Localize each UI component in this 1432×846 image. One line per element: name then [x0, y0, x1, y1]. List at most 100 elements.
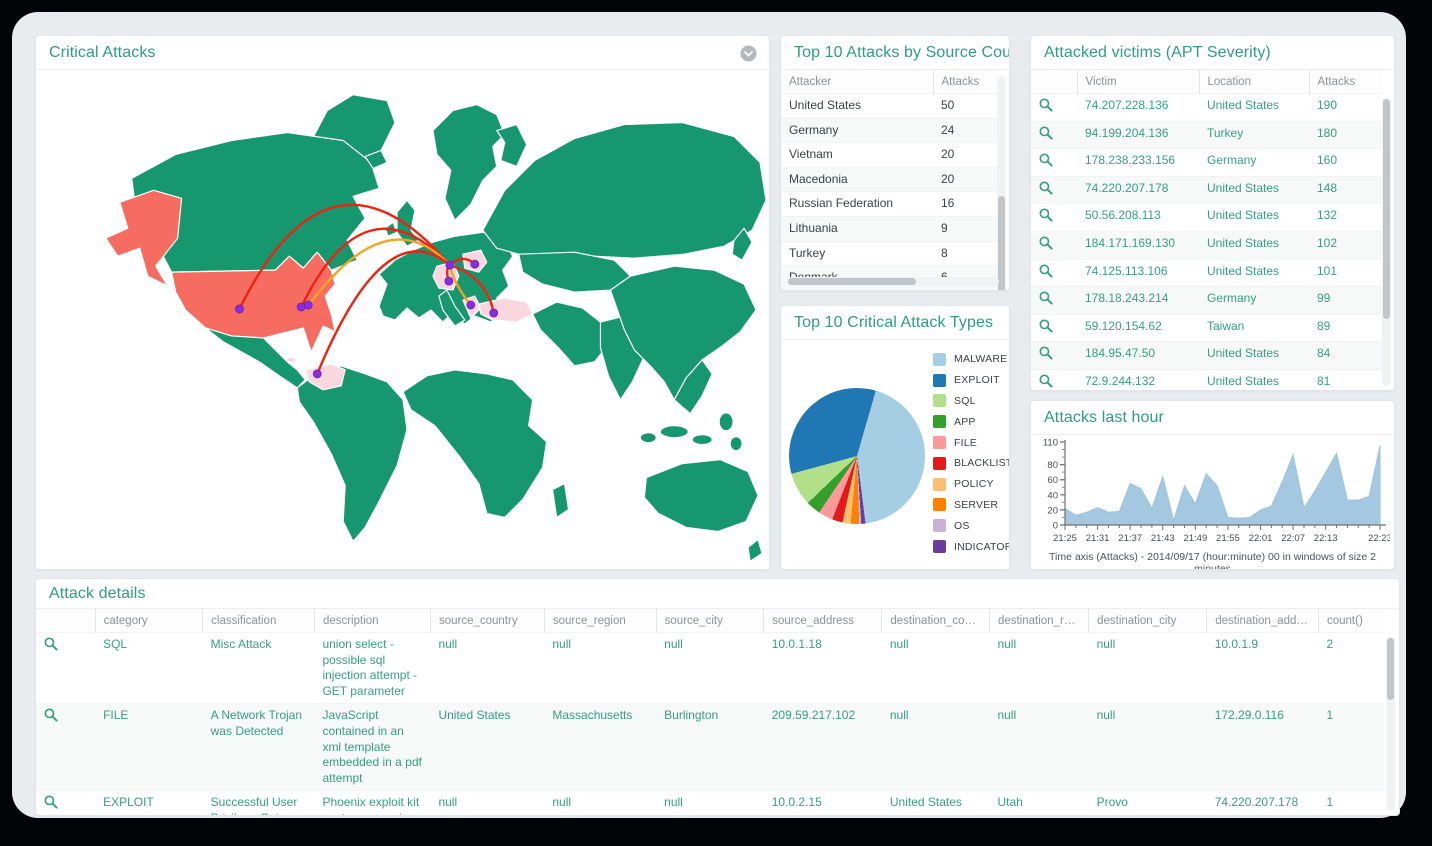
svg-text:40: 40 — [1047, 490, 1058, 501]
column-header-destination-country[interactable]: destination_country — [882, 609, 990, 633]
table-cell: 10.0.2.15 — [764, 791, 882, 816]
attack-types-pie[interactable] — [789, 388, 925, 524]
search-icon[interactable] — [44, 708, 58, 722]
attacked-victims-panel: Attacked victims (APT Severity) VictimLo… — [1030, 35, 1395, 391]
legend-label: FILE — [954, 437, 977, 449]
svg-text:20: 20 — [1047, 505, 1058, 516]
attack-types-legend: MALWAREEXPLOITSQLAPPFILEBLACKLISTPOLICYS… — [933, 349, 1010, 557]
column-header-source-city[interactable]: source_city — [656, 609, 764, 633]
legend-item-policy: POLICY — [933, 474, 1010, 495]
row-search-cell[interactable] — [1031, 121, 1077, 149]
table-cell: 148 — [1309, 176, 1383, 204]
panel-title: Attack details — [36, 579, 1399, 609]
world-map[interactable] — [36, 70, 769, 570]
column-header-source-country[interactable]: source_country — [430, 609, 544, 633]
column-header-destination-region[interactable]: destination_region — [989, 609, 1088, 633]
table-cell: 94.199.204.136 — [1077, 121, 1199, 149]
collapse-button[interactable] — [740, 45, 757, 62]
table-cell: FILE — [95, 704, 203, 791]
row-search-cell[interactable] — [36, 791, 95, 816]
column-header-victim[interactable]: Victim — [1077, 70, 1199, 94]
victims-table: VictimLocationAttacks74.207.228.136Unite… — [1031, 70, 1383, 391]
row-search-cell[interactable] — [36, 704, 95, 791]
column-header-blank — [36, 609, 95, 633]
search-icon[interactable] — [1039, 291, 1053, 305]
search-icon[interactable] — [44, 795, 58, 809]
panel-title: Top 10 Attacks by Source Countries — [781, 36, 1009, 70]
column-header-location[interactable]: Location — [1199, 70, 1309, 94]
table-row: 178.238.233.156Germany160 — [1031, 149, 1383, 177]
legend-swatch — [933, 353, 946, 366]
attack-details-panel: Attack details categoryclassificationdes… — [35, 578, 1400, 816]
table-cell: United States — [781, 94, 933, 119]
row-search-cell[interactable] — [1031, 204, 1077, 232]
search-icon[interactable] — [1039, 181, 1053, 195]
attacks-area-chart[interactable]: 02040608011021:2521:3121:3721:4321:4921:… — [1035, 437, 1390, 549]
column-header-category[interactable]: category — [95, 609, 203, 633]
attack-endpoint-dot — [467, 301, 475, 309]
victims-vertical-scrollbar[interactable] — [1382, 98, 1391, 386]
row-search-cell[interactable] — [1031, 369, 1077, 391]
column-header-description[interactable]: description — [314, 609, 430, 633]
row-search-cell[interactable] — [36, 633, 95, 704]
table-cell: null — [1089, 633, 1207, 704]
table-cell: Burlington — [656, 704, 764, 791]
legend-label: POLICY — [954, 478, 994, 490]
table-row: Germany24 — [781, 118, 999, 143]
search-icon[interactable] — [1039, 374, 1053, 388]
search-icon[interactable] — [1039, 98, 1053, 112]
table-cell: Phoenix exploit kit post-compromise beha… — [314, 791, 430, 816]
table-cell: United States — [882, 791, 990, 816]
table-cell: Massachusetts — [544, 704, 656, 791]
table-cell: 132 — [1309, 204, 1383, 232]
search-icon[interactable] — [1039, 126, 1053, 140]
search-icon[interactable] — [1039, 208, 1053, 222]
attack-endpoint-dot — [471, 260, 479, 268]
table-cell: Germany — [781, 118, 933, 143]
row-search-cell[interactable] — [1031, 314, 1077, 342]
search-icon[interactable] — [1039, 319, 1053, 333]
row-search-cell[interactable] — [1031, 259, 1077, 287]
table-cell: 99 — [1309, 287, 1383, 315]
column-header-attacks[interactable]: Attacks — [1309, 70, 1383, 94]
row-search-cell[interactable] — [1031, 287, 1077, 315]
column-header-attacks[interactable]: Attacks — [933, 70, 999, 94]
table-row: 72.9.244.132United States81 — [1031, 369, 1383, 391]
table-row: 74.220.207.178United States148 — [1031, 176, 1383, 204]
row-search-cell[interactable] — [1031, 149, 1077, 177]
legend-item-sql: SQL — [933, 391, 1010, 412]
source-countries-vertical-scrollbar[interactable] — [997, 76, 1006, 291]
table-cell: null — [989, 704, 1088, 791]
legend-item-malware: MALWARE — [933, 349, 1010, 370]
legend-swatch — [933, 519, 946, 532]
row-search-cell[interactable] — [1031, 94, 1077, 122]
row-search-cell[interactable] — [1031, 342, 1077, 370]
column-header-destination-city[interactable]: destination_city — [1089, 609, 1207, 633]
column-header-source-region[interactable]: source_region — [544, 609, 656, 633]
search-icon[interactable] — [1039, 264, 1053, 278]
row-search-cell[interactable] — [1031, 231, 1077, 259]
table-cell: Russian Federation — [781, 192, 933, 217]
search-icon[interactable] — [44, 637, 58, 651]
column-header-attacker[interactable]: Attacker — [781, 70, 933, 94]
table-cell: null — [882, 704, 990, 791]
table-cell: null — [656, 791, 764, 816]
table-cell: 16 — [933, 192, 999, 217]
column-header-classification[interactable]: classification — [203, 609, 315, 633]
legend-swatch — [933, 498, 946, 511]
column-header-destination-address[interactable]: destination_address — [1207, 609, 1319, 633]
svg-text:22:13: 22:13 — [1314, 533, 1338, 544]
legend-label: APP — [954, 416, 976, 428]
legend-label: OS — [954, 520, 970, 532]
table-cell: 20 — [933, 143, 999, 168]
attack-endpoint-dot — [313, 370, 321, 378]
search-icon[interactable] — [1039, 346, 1053, 360]
table-cell: JavaScript contained in an xml template … — [314, 704, 430, 791]
details-vertical-scrollbar[interactable] — [1386, 637, 1395, 811]
column-header-count-[interactable]: count() — [1319, 609, 1385, 633]
search-icon[interactable] — [1039, 236, 1053, 250]
search-icon[interactable] — [1039, 153, 1053, 167]
source-countries-horizontal-scrollbar[interactable] — [787, 277, 999, 286]
row-search-cell[interactable] — [1031, 176, 1077, 204]
column-header-source-address[interactable]: source_address — [764, 609, 882, 633]
